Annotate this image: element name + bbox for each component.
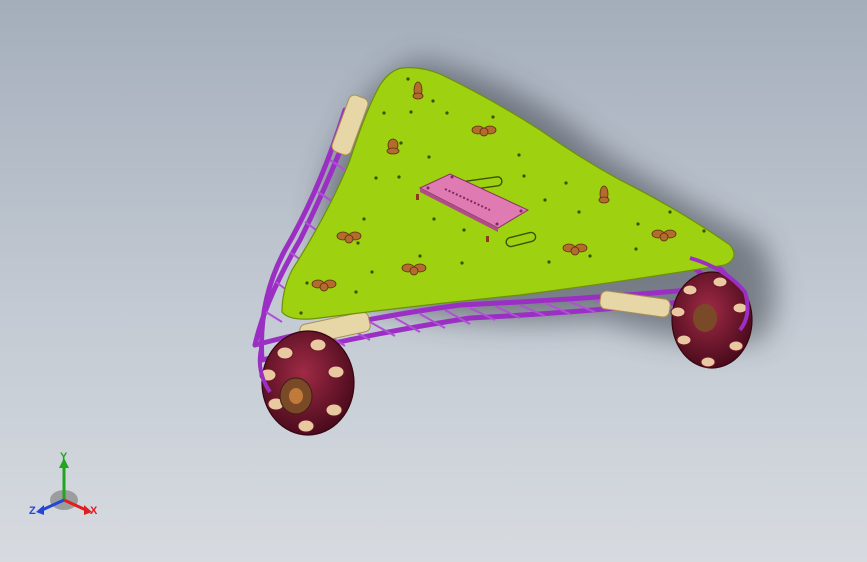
- cad-viewport[interactable]: Y X Z: [0, 0, 867, 562]
- omni-wheel-left: [259, 330, 355, 436]
- z-axis-arrow: [36, 505, 44, 515]
- robot-chassis-model[interactable]: [0, 0, 867, 562]
- triad-label-x: X: [90, 505, 98, 517]
- triad-label-y: Y: [60, 451, 68, 463]
- triad-label-z: Z: [29, 505, 36, 517]
